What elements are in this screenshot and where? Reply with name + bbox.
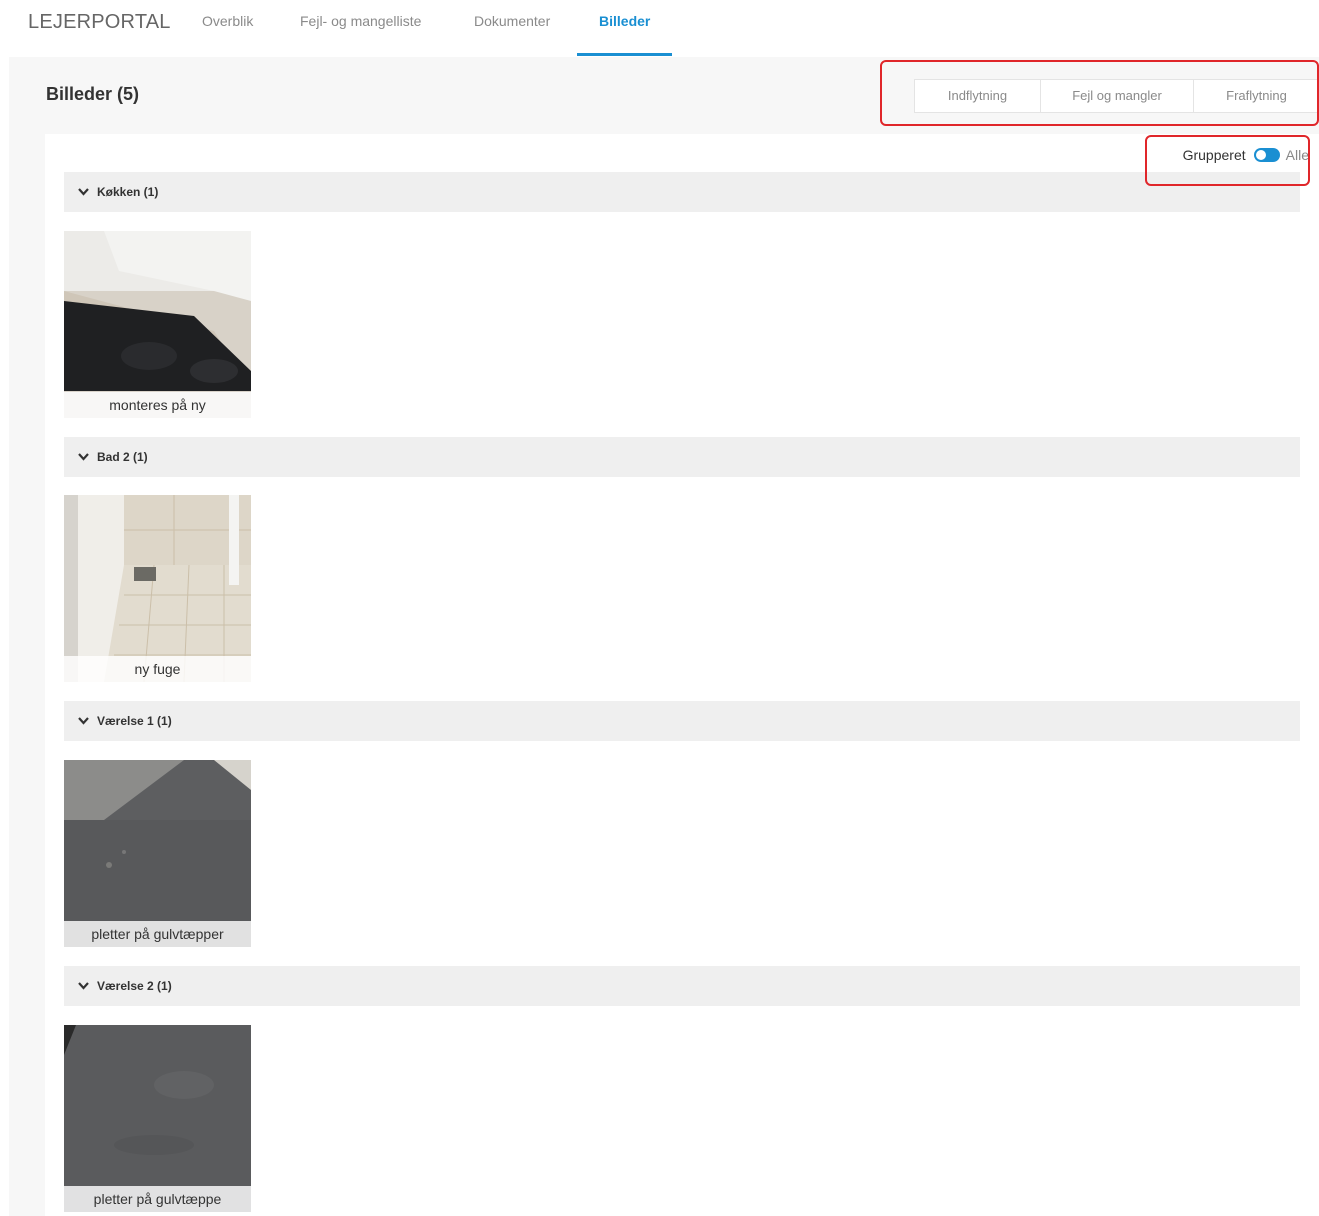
annotation-highlight-filters — [880, 60, 1319, 126]
group-title: Bad 2 (1) — [97, 450, 148, 464]
image-caption: pletter på gulvtæpper — [64, 921, 251, 947]
chevron-down-icon — [78, 453, 89, 461]
image-thumbnail[interactable]: pletter på gulvtæpper — [64, 760, 251, 947]
group-title: Køkken (1) — [97, 185, 159, 199]
image-caption: monteres på ny — [64, 392, 251, 418]
nav-dokumenter[interactable]: Dokumenter — [474, 13, 550, 29]
image-thumbnail[interactable]: ny fuge — [64, 495, 251, 682]
page-title: Billeder (5) — [46, 84, 140, 104]
active-tab-indicator — [577, 53, 672, 56]
images-panel: Grupperet Alle Køkken (1) monteres på ny — [45, 134, 1319, 1216]
brand-logo[interactable]: LEJERPORTAL — [28, 11, 171, 34]
group-header-kokken[interactable]: Køkken (1) — [64, 172, 1300, 212]
photo-carpet-icon — [64, 760, 251, 947]
group-header-bad-2[interactable]: Bad 2 (1) — [64, 437, 1300, 477]
image-caption: pletter på gulvtæppe — [64, 1186, 251, 1212]
annotation-highlight-toggle — [1145, 135, 1310, 186]
top-navigation: LEJERPORTAL Overblik Fejl- og mangellist… — [0, 0, 1319, 56]
nav-overblik[interactable]: Overblik — [202, 13, 253, 29]
photo-carpet-icon — [64, 1025, 251, 1212]
image-thumbnail[interactable]: monteres på ny — [64, 231, 251, 418]
chevron-down-icon — [78, 188, 89, 196]
photo-bathroom-icon — [64, 495, 251, 682]
group-title: Værelse 1 (1) — [97, 714, 172, 728]
chevron-down-icon — [78, 717, 89, 725]
page-content: Billeder (5) Indflytning Fejl og mangler… — [9, 57, 1319, 1216]
image-caption: ny fuge — [64, 656, 251, 682]
group-title: Værelse 2 (1) — [97, 979, 172, 993]
image-thumbnail[interactable]: pletter på gulvtæppe — [64, 1025, 251, 1212]
photo-stove-icon — [64, 231, 251, 418]
nav-fejl-og-mangelliste[interactable]: Fejl- og mangelliste — [300, 13, 421, 29]
chevron-down-icon — [78, 982, 89, 990]
group-header-vaerelse-2[interactable]: Værelse 2 (1) — [64, 966, 1300, 1006]
nav-billeder[interactable]: Billeder — [599, 13, 650, 29]
group-header-vaerelse-1[interactable]: Værelse 1 (1) — [64, 701, 1300, 741]
